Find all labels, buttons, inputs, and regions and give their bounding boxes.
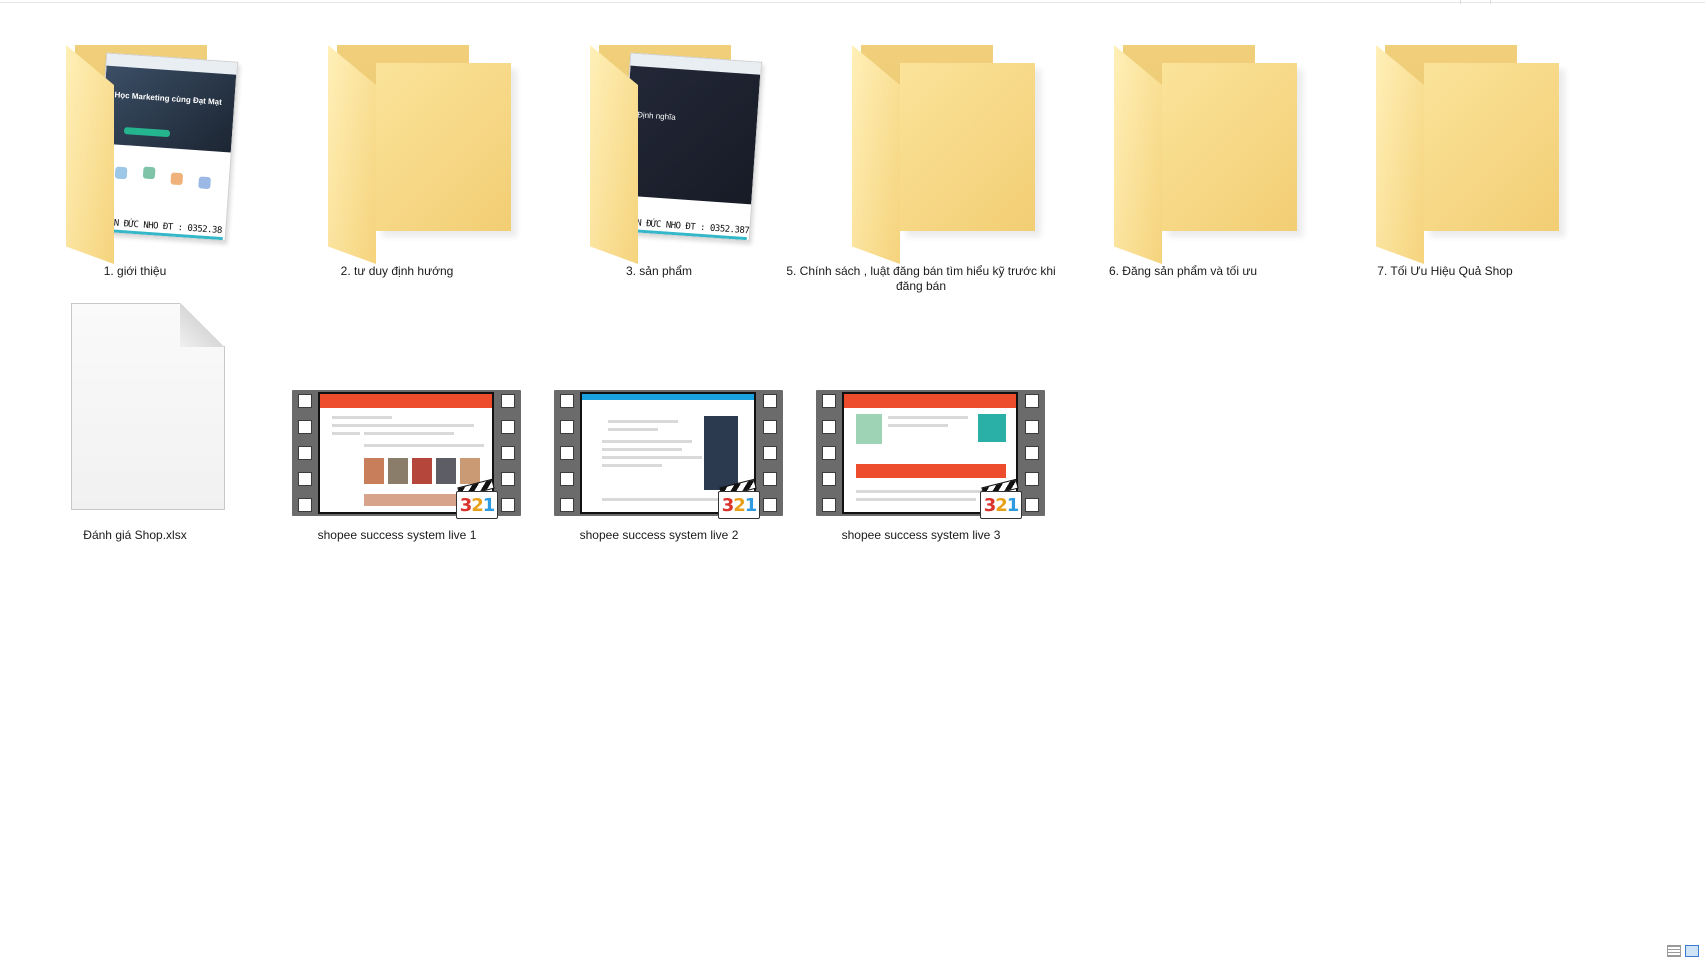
folder-item[interactable]: 7. Tối Ưu Hiệu Quả Shop bbox=[1310, 35, 1580, 305]
item-label: shopee success system live 2 bbox=[579, 528, 739, 542]
media-player-badge-icon: 321 bbox=[978, 478, 1022, 519]
video-thumbnail: 321 bbox=[524, 293, 794, 519]
folder-icon bbox=[1310, 35, 1580, 264]
large-icons-view-icon[interactable] bbox=[1685, 945, 1699, 957]
item-label: shopee success system live 3 bbox=[841, 528, 1001, 542]
item-label: shopee success system live 1 bbox=[317, 528, 477, 542]
details-view-icon[interactable] bbox=[1667, 945, 1681, 957]
video-thumbnail: 321 bbox=[786, 293, 1056, 519]
preview-page: Học Marketing cùng Đạt Mạt PHAN ĐỨC NHO … bbox=[93, 52, 239, 242]
folder-item[interactable]: 6. Đăng sản phẩm và tối ưu bbox=[1048, 35, 1318, 305]
folder-icon bbox=[1048, 35, 1318, 264]
media-player-badge-icon: 321 bbox=[454, 478, 498, 519]
video-item[interactable]: 321 shopee success system live 2 bbox=[524, 293, 794, 563]
item-label: 5. Chính sách , luật đăng bán tìm hiểu k… bbox=[786, 264, 1056, 293]
preview-page: Định nghĩa PHAN ĐỨC NHO ĐT : 0352.387 bbox=[617, 52, 763, 242]
file-icon bbox=[0, 293, 270, 515]
folder-icon bbox=[786, 35, 1056, 264]
top-border bbox=[0, 0, 1705, 4]
item-label: Đánh giá Shop.xlsx bbox=[83, 528, 187, 542]
folder-item[interactable]: 5. Chính sách , luật đăng bán tìm hiểu k… bbox=[786, 35, 1056, 305]
folder-icon: Học Marketing cùng Đạt Mạt PHAN ĐỨC NHO … bbox=[0, 35, 270, 264]
video-thumbnail: 321 bbox=[262, 293, 532, 519]
folder-item[interactable]: Định nghĩa PHAN ĐỨC NHO ĐT : 0352.387 3.… bbox=[524, 35, 794, 305]
folder-item[interactable]: Học Marketing cùng Đạt Mạt PHAN ĐỨC NHO … bbox=[0, 35, 270, 305]
video-item[interactable]: 321 shopee success system live 3 bbox=[786, 293, 1056, 563]
folder-item[interactable]: 2. tư duy định hướng bbox=[262, 35, 532, 305]
item-label: 2. tư duy định hướng bbox=[340, 264, 454, 278]
item-label: 1. giới thiệu bbox=[103, 264, 167, 278]
video-item[interactable]: 321 shopee success system live 1 bbox=[262, 293, 532, 563]
media-player-badge-icon: 321 bbox=[716, 478, 760, 519]
item-label: 3. sản phẩm bbox=[625, 264, 693, 278]
file-item[interactable]: Đánh giá Shop.xlsx bbox=[0, 293, 270, 563]
view-switcher bbox=[1667, 945, 1699, 957]
folder-icon: Định nghĩa PHAN ĐỨC NHO ĐT : 0352.387 bbox=[524, 35, 794, 264]
folder-icon bbox=[262, 35, 532, 264]
item-label: 6. Đăng sản phẩm và tối ưu bbox=[1108, 264, 1258, 278]
item-label: 7. Tối Ưu Hiệu Quả Shop bbox=[1377, 264, 1513, 278]
